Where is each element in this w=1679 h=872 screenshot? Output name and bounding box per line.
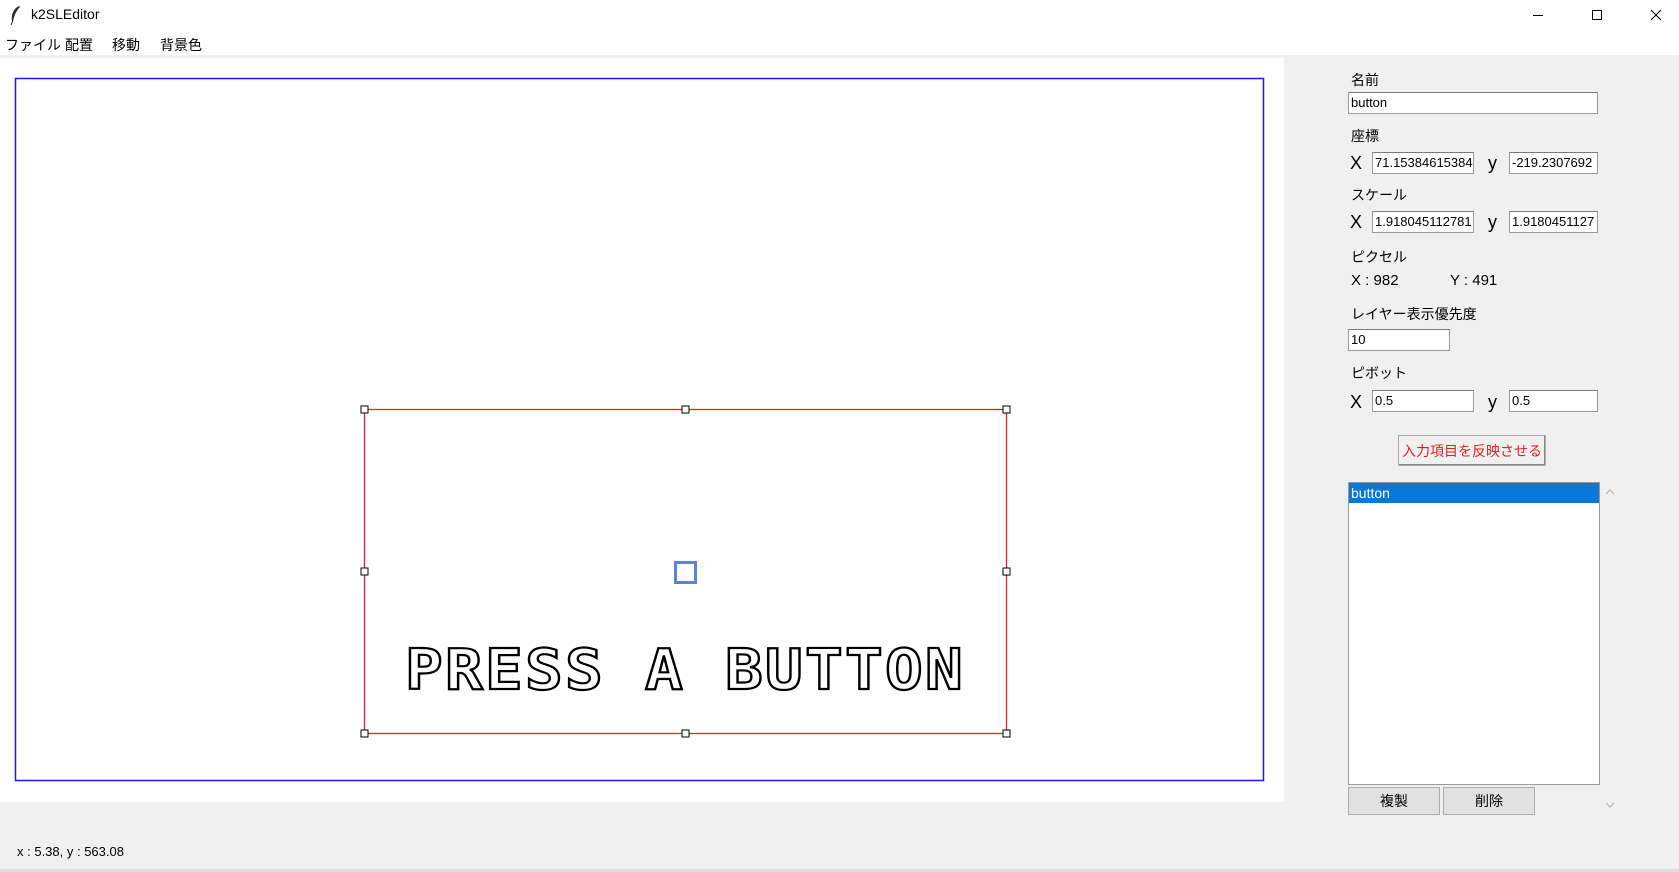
pivot-y-field[interactable]: 0.5 [1509, 390, 1598, 412]
pivot-y-label: y [1488, 392, 1497, 412]
layer-priority-label: レイヤー表示優先度 [1351, 307, 1477, 323]
pivot-x-label: X [1350, 392, 1363, 412]
title-bar: k2SLEditor [0, 0, 1679, 30]
menu-layout[interactable]: 配置 [65, 35, 93, 55]
handle-right [1002, 567, 1011, 576]
pixel-x-value: X : 982 [1351, 272, 1399, 289]
object-list-scrollbar[interactable] [1600, 482, 1620, 815]
pivot-marker[interactable] [674, 561, 697, 584]
scale-x-field[interactable]: 1.918045112781 [1372, 211, 1474, 233]
scale-y-label: y [1488, 212, 1497, 232]
sprite-text: PRESS A BUTTON [405, 638, 965, 703]
name-field[interactable]: button [1348, 92, 1598, 114]
feather-icon [10, 6, 20, 25]
handle-bottom [681, 729, 690, 738]
position-x-field[interactable]: 71.15384615384 [1372, 152, 1474, 174]
position-x-label: X [1350, 153, 1363, 173]
handle-top [681, 405, 690, 414]
menu-move[interactable]: 移動 [112, 35, 140, 55]
list-item[interactable]: button [1349, 483, 1599, 503]
delete-button[interactable]: 削除 [1443, 787, 1535, 815]
handle-top-left [360, 405, 369, 414]
position-y-label: y [1488, 153, 1497, 173]
layer-priority-field[interactable]: 10 [1348, 329, 1450, 351]
maximize-button[interactable] [1574, 0, 1620, 30]
scale-label: スケール [1351, 188, 1407, 204]
name-label: 名前 [1351, 73, 1379, 89]
handle-bottom-right [1002, 729, 1011, 738]
handle-bottom-left [360, 729, 369, 738]
pivot-label: ピボット [1351, 366, 1407, 382]
close-button[interactable] [1633, 0, 1679, 30]
scale-x-label: X [1350, 212, 1363, 232]
pixel-label: ピクセル [1351, 250, 1407, 266]
scroll-up-arrow-icon[interactable] [1600, 482, 1620, 502]
position-y-field[interactable]: -219.2307692 [1509, 152, 1598, 174]
handle-left [360, 567, 369, 576]
close-icon [1650, 9, 1662, 21]
scale-y-field[interactable]: 1.9180451127 [1509, 211, 1598, 233]
pivot-x-field[interactable]: 0.5 [1372, 390, 1474, 412]
minimize-button[interactable] [1515, 0, 1561, 30]
position-label: 座標 [1351, 129, 1379, 145]
pixel-y-value: Y : 491 [1450, 272, 1498, 289]
menu-bar: ファイル 配置 移動 背景色 [0, 30, 1679, 56]
object-list[interactable]: button [1348, 482, 1600, 785]
editor-canvas[interactable]: PRESS A BUTTON [0, 58, 1284, 802]
duplicate-button[interactable]: 複製 [1348, 787, 1440, 815]
cursor-coordinates: x : 5.38, y : 563.08 [17, 844, 124, 859]
apply-inputs-button[interactable]: 入力項目を反映させる [1398, 435, 1546, 466]
minimize-icon [1533, 15, 1543, 16]
maximize-icon [1592, 10, 1602, 20]
window-title: k2SLEditor [31, 6, 100, 22]
scroll-down-arrow-icon[interactable] [1600, 795, 1620, 815]
menu-file[interactable]: ファイル [5, 35, 61, 55]
menu-background-color[interactable]: 背景色 [160, 35, 202, 55]
handle-top-right [1002, 405, 1011, 414]
